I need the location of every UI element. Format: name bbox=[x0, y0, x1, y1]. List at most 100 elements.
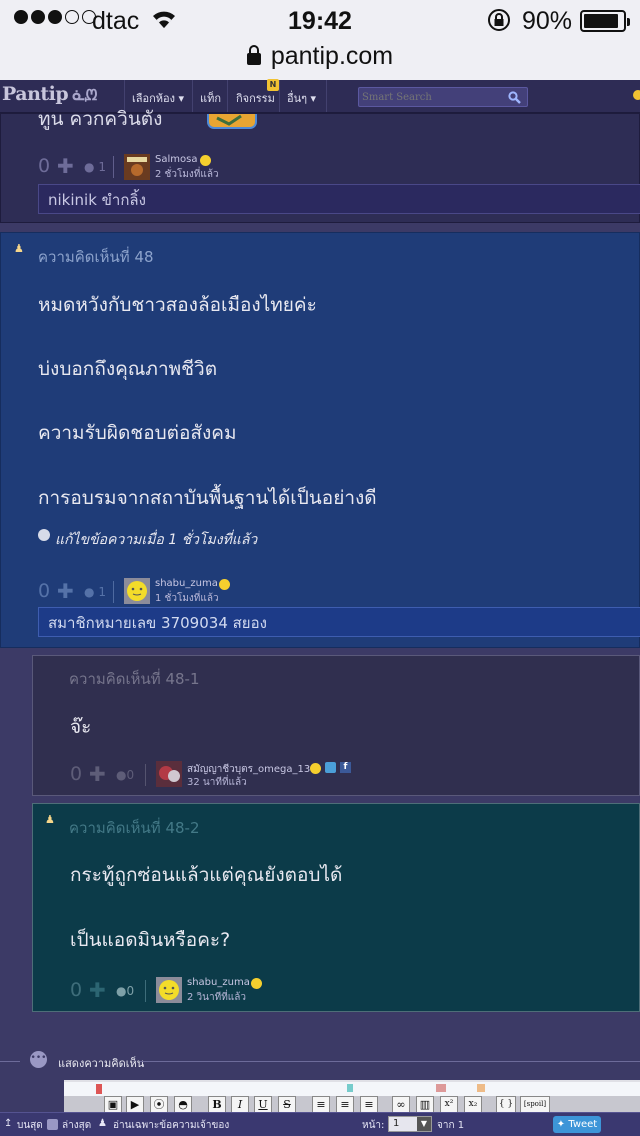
reply-icon: ● bbox=[116, 768, 127, 782]
align-right-icon[interactable]: ≡ bbox=[360, 1096, 378, 1113]
go-bottom-link[interactable]: ล่างสุด bbox=[62, 1118, 91, 1133]
plus-vote-icon[interactable]: ✚ bbox=[89, 978, 106, 1002]
nav-tags[interactable]: แท็ก bbox=[200, 89, 221, 107]
reply-count-value: 1 bbox=[98, 585, 106, 599]
top-arrow-icon: ↥ bbox=[4, 1118, 13, 1129]
page-select-value: 1 bbox=[393, 1118, 400, 1129]
editor-banner bbox=[64, 1082, 640, 1096]
pantip-logo[interactable]: Pantip ᓈᘻ bbox=[2, 83, 97, 105]
post-time: 32 นาทีที่แล้ว bbox=[187, 777, 247, 788]
edited-note: แก้ไขข้อความเมื่อ 1 ชั่วโมงที่แล้ว bbox=[55, 532, 258, 548]
page-select[interactable]: 1 ▼ bbox=[388, 1116, 432, 1132]
comment-line: ความรับผิดชอบต่อสังคม bbox=[38, 422, 237, 444]
emoticon-icon[interactable]: ◓ bbox=[174, 1096, 192, 1113]
smile-icon bbox=[310, 763, 321, 774]
comment-48-1: ความคิดเห็นที่ 48-1 จ๊ะ 0 ✚ ●0 สมัญญาชีว… bbox=[32, 655, 640, 796]
rotation-lock-icon bbox=[488, 9, 510, 31]
reply-count[interactable]: ● 1 bbox=[84, 585, 106, 599]
reply-count[interactable]: ●0 bbox=[116, 768, 134, 782]
user-icon: ♟ bbox=[45, 813, 55, 826]
down-arrow-icon bbox=[47, 1119, 58, 1130]
reply-count[interactable]: ●0 bbox=[116, 984, 134, 998]
plus-vote-icon[interactable]: ✚ bbox=[89, 762, 106, 786]
user-icon: ♟ bbox=[14, 242, 24, 255]
avatar[interactable] bbox=[124, 578, 150, 604]
italic-button[interactable]: I bbox=[231, 1096, 249, 1113]
notification-icon[interactable] bbox=[633, 90, 640, 100]
vote-score: 0 bbox=[38, 155, 51, 177]
underline-button[interactable]: U bbox=[254, 1096, 272, 1113]
comment-48-2: ♟ ความคิดเห็นที่ 48-2 กระทู้ถูกซ่อนแล้วแ… bbox=[32, 803, 640, 1012]
author-name[interactable]: shabu_zuma bbox=[155, 578, 218, 589]
page-label: หน้า: bbox=[362, 1120, 385, 1131]
reply-count[interactable]: ● 1 bbox=[84, 160, 106, 174]
comment-bubble-icon: ••• bbox=[30, 1051, 47, 1068]
map-pin-icon[interactable]: ⦿ bbox=[150, 1096, 168, 1113]
signature: nikinik ขำกลิ้ง bbox=[38, 184, 640, 214]
comment-number: ความคิดเห็นที่ 48-1 bbox=[69, 670, 200, 688]
reply-icon: ● bbox=[84, 585, 95, 599]
new-badge: N bbox=[267, 79, 279, 91]
comment-47: ทูน ควกควินตัง 0 ✚ ● 1 Salmosa 2 ชั่วโมง… bbox=[0, 108, 640, 223]
link-icon[interactable]: ∞ bbox=[392, 1096, 410, 1113]
search-input[interactable] bbox=[359, 88, 509, 106]
comment-line: บ่งบอกถึงคุณภาพชีวิต bbox=[38, 358, 218, 380]
address-bar[interactable]: pantip.com bbox=[0, 42, 640, 71]
show-comment-label[interactable]: แสดงความคิดเห็น bbox=[58, 1054, 144, 1072]
tweet-button[interactable]: ✦ Tweet bbox=[553, 1116, 601, 1133]
owner-only-link[interactable]: อ่านเฉพาะข้อความเจ้าของ bbox=[113, 1118, 229, 1133]
comment-48: ♟ ความคิดเห็นที่ 48 หมดหวังกับชาวสองล้อเ… bbox=[0, 232, 640, 648]
avatar[interactable] bbox=[156, 761, 182, 787]
twitter-bird-icon: ✦ bbox=[556, 1119, 566, 1130]
vote-score: 0 bbox=[70, 979, 83, 1001]
align-center-icon[interactable]: ≡ bbox=[336, 1096, 354, 1113]
signature: สมาชิกหมายเลข 3709034 สยอง bbox=[38, 607, 640, 637]
author-name[interactable]: Salmosa bbox=[155, 154, 197, 165]
spoil-button[interactable]: [spoil] bbox=[520, 1096, 550, 1113]
url-text: pantip.com bbox=[270, 42, 394, 70]
nav-activities[interactable]: กิจกรรม bbox=[236, 89, 275, 107]
tweet-label: Tweet bbox=[568, 1119, 598, 1130]
avatar[interactable] bbox=[156, 977, 182, 1003]
superscript-button[interactable]: x² bbox=[440, 1096, 458, 1113]
show-comment-bar: ••• แสดงความคิดเห็น bbox=[0, 1051, 640, 1073]
logo-text: Pantip bbox=[2, 83, 69, 105]
author-name[interactable]: shabu_zuma bbox=[187, 977, 250, 988]
code-button[interactable]: { } bbox=[496, 1096, 516, 1113]
bold-button[interactable]: B bbox=[208, 1096, 226, 1113]
reply-icon: ● bbox=[116, 984, 127, 998]
image-icon[interactable]: ▣ bbox=[104, 1096, 122, 1113]
comment-text: ทูน ควกควินตัง bbox=[38, 108, 163, 130]
avatar[interactable] bbox=[124, 154, 150, 180]
nav-more[interactable]: อื่นๆ ▾ bbox=[287, 89, 316, 107]
search-icon[interactable] bbox=[508, 91, 521, 104]
facebook-icon[interactable]: f bbox=[340, 762, 351, 773]
smile-icon bbox=[251, 978, 262, 989]
comment-line: หมดหวังกับชาวสองล้อเมืองไทยค่ะ bbox=[38, 294, 317, 316]
plus-vote-icon[interactable]: ✚ bbox=[57, 579, 74, 603]
video-icon[interactable]: ▶ bbox=[126, 1096, 144, 1113]
comment-line: เป็นแอดมินหรือคะ? bbox=[70, 929, 231, 951]
code-block-icon[interactable]: ▥ bbox=[416, 1096, 434, 1113]
bottom-navigation-bar: ↥ บนสุด ล่างสุด ♟ อ่านเฉพาะข้อความเจ้าขอ… bbox=[0, 1112, 640, 1136]
comment-text: จ๊ะ bbox=[70, 716, 92, 738]
chevron-down-icon: ▼ bbox=[417, 1117, 431, 1131]
comment-editor-toolbar: ▣ ▶ ⦿ ◓ B I U S ≡ ≡ ≡ ∞ ▥ x² x₂ { } [spo… bbox=[64, 1080, 640, 1114]
reply-count-value: 0 bbox=[126, 984, 135, 998]
logo-mark: ᓈᘻ bbox=[72, 86, 97, 104]
comment-number: ความคิดเห็นที่ 48 bbox=[38, 248, 154, 266]
align-left-icon[interactable]: ≡ bbox=[312, 1096, 330, 1113]
lock-icon bbox=[246, 45, 261, 65]
sticker-icon bbox=[207, 114, 257, 129]
post-time: 1 ชั่วโมงที่แล้ว bbox=[155, 593, 219, 604]
twitter-icon[interactable] bbox=[325, 762, 336, 773]
reply-count-value: 1 bbox=[98, 160, 106, 174]
subscript-button[interactable]: x₂ bbox=[464, 1096, 482, 1113]
strike-button[interactable]: S bbox=[278, 1096, 296, 1113]
plus-vote-icon[interactable]: ✚ bbox=[57, 154, 74, 178]
vote-score: 0 bbox=[70, 763, 83, 785]
smile-icon bbox=[219, 579, 230, 590]
reply-count-value: 0 bbox=[126, 768, 135, 782]
smile-icon bbox=[200, 155, 211, 166]
go-top-link[interactable]: บนสุด bbox=[17, 1118, 43, 1133]
